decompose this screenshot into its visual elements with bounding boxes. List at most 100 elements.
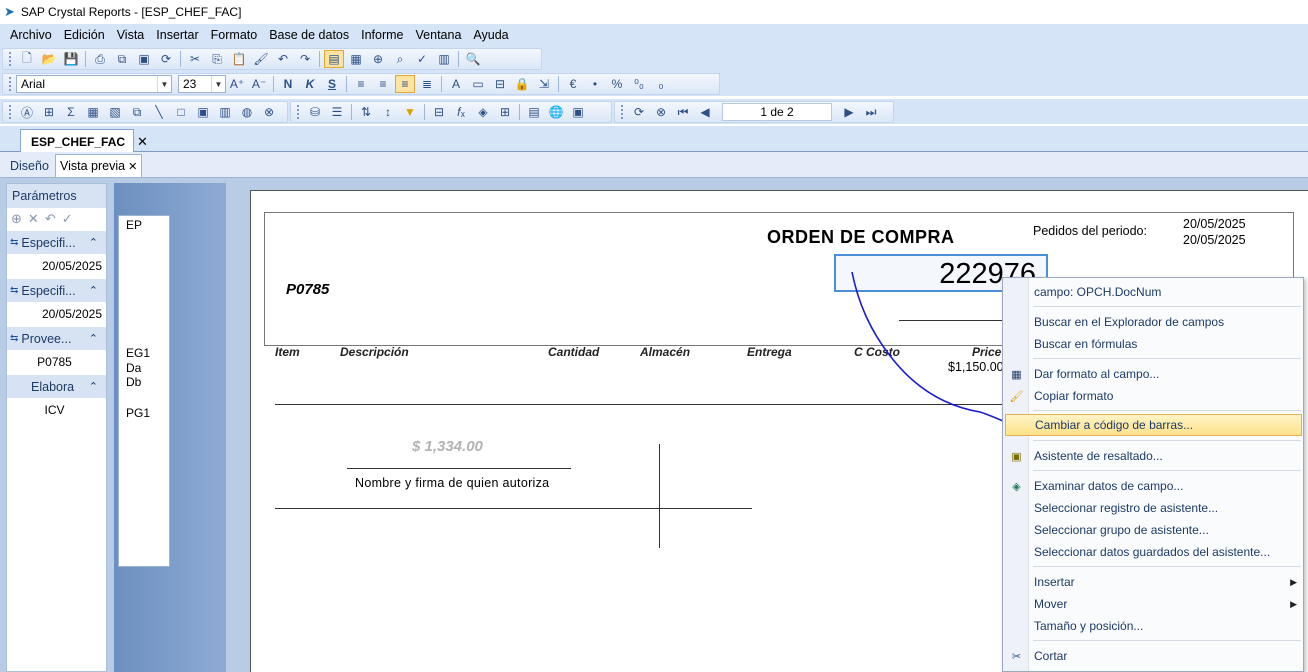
print-icon[interactable]: ⎙ — [90, 50, 110, 68]
menu-base-de-datos[interactable]: Base de datos — [263, 28, 355, 42]
reset-parameter-icon[interactable]: ↶ — [45, 211, 56, 227]
collapse-icon[interactable]: ⌃ — [89, 332, 98, 345]
delete-parameter-icon[interactable]: ✕ — [28, 211, 39, 227]
section-label[interactable]: Db — [126, 375, 141, 389]
redo-icon[interactable]: ↷ — [295, 50, 315, 68]
export-icon[interactable]: ⧉ — [112, 50, 132, 68]
menu-item-field-name[interactable]: campo: OPCH.DocNum — [1003, 281, 1303, 303]
select-expert-icon[interactable]: ▼ — [400, 103, 420, 121]
toolbox-icon[interactable]: ▤ — [324, 50, 344, 68]
first-page-icon[interactable]: ⏮ — [673, 103, 693, 121]
prev-page-icon[interactable]: ◀ — [695, 103, 715, 121]
page-indicator[interactable]: 1 de 2 — [722, 103, 832, 121]
highlight-icon[interactable]: ▣ — [568, 103, 588, 121]
save-icon[interactable]: 💾 — [61, 50, 81, 68]
param-value[interactable]: P0785 — [7, 350, 106, 374]
find-icon[interactable]: 🔍 — [463, 50, 483, 68]
report-options-icon[interactable]: ⊞ — [495, 103, 515, 121]
section-label[interactable]: EG1 — [126, 346, 150, 360]
tab-vista-previa[interactable]: Vista previa ✕ — [55, 154, 143, 177]
signature-label[interactable]: Nombre y firma de quien autoriza — [355, 476, 549, 490]
stop-icon[interactable]: ⊗ — [651, 103, 671, 121]
menu-item-buscar-explorador[interactable]: Buscar en el Explorador de campos — [1003, 311, 1303, 333]
dependency-checker-icon[interactable]: ✓ — [412, 50, 432, 68]
font-color-icon[interactable]: A — [446, 75, 466, 93]
subreport-icon[interactable]: ⧉ — [127, 103, 147, 121]
section-label[interactable]: Da — [126, 361, 141, 375]
repository-icon[interactable]: ▥ — [434, 50, 454, 68]
chart-icon[interactable]: ▥ — [215, 103, 235, 121]
period-to[interactable]: 20/05/2025 — [1183, 233, 1246, 247]
param-group-especifi-1[interactable]: ⇆ Especifi... ⌃ — [7, 230, 106, 254]
increase-decimals-icon[interactable]: ⁰₀ — [629, 75, 649, 93]
menu-item-copiar-formato[interactable]: 🖌 Copiar formato — [1003, 385, 1303, 407]
menu-item-codigo-barras[interactable]: Cambiar a código de barras... — [1005, 414, 1302, 436]
col-entrega[interactable]: Entrega — [747, 345, 792, 359]
menu-insertar[interactable]: Insertar — [150, 28, 204, 42]
olap-icon[interactable]: ▧ — [105, 103, 125, 121]
refresh-icon[interactable]: ⟳ — [629, 103, 649, 121]
collapse-icon[interactable]: ⌃ — [89, 236, 98, 249]
col-descripcion[interactable]: Descripción — [340, 345, 409, 359]
section-label[interactable]: EP — [126, 218, 142, 232]
section-label[interactable]: PG1 — [126, 406, 150, 420]
web-icon[interactable]: 🌐 — [546, 103, 566, 121]
justify-icon[interactable]: ≣ — [417, 75, 437, 93]
param-group-elabora[interactable]: Elabora ⌃ — [7, 374, 106, 398]
suppress-icon[interactable]: ⊟ — [490, 75, 510, 93]
border-icon[interactable]: ▭ — [468, 75, 488, 93]
close-icon[interactable]: ✕ — [128, 160, 137, 173]
param-group-proveedor[interactable]: ⇆ Provee... ⌃ — [7, 326, 106, 350]
report-title[interactable]: ORDEN DE COMPRA — [767, 227, 955, 248]
menu-ventana[interactable]: Ventana — [410, 28, 468, 42]
chevron-down-icon[interactable]: ▼ — [211, 76, 225, 92]
collapse-icon[interactable]: ⌃ — [89, 284, 98, 297]
param-group-especifi-2[interactable]: ⇆ Especifi... ⌃ — [7, 278, 106, 302]
period-label[interactable]: Pedidos del periodo: — [1033, 224, 1147, 238]
cut-icon[interactable]: ✂ — [185, 50, 205, 68]
formula-workshop-icon[interactable]: 𝑓ₓ — [451, 103, 471, 121]
col-almacen[interactable]: Almacén — [640, 345, 690, 359]
text-object-icon[interactable]: Ⓐ — [17, 103, 37, 121]
last-page-icon[interactable]: ⏭ — [861, 103, 881, 121]
currency-button[interactable]: € — [563, 75, 583, 93]
box-icon[interactable]: □ — [171, 103, 191, 121]
menu-edicion[interactable]: Edición — [58, 28, 111, 42]
menu-informe[interactable]: Informe — [355, 28, 409, 42]
paste-icon[interactable]: 📋 — [229, 50, 249, 68]
undo-icon[interactable]: ↶ — [273, 50, 293, 68]
param-value[interactable]: ICV — [7, 398, 106, 422]
crosstab-icon[interactable]: ▦ — [83, 103, 103, 121]
report-explorer-icon[interactable]: ⌕ — [390, 50, 410, 68]
font-combo[interactable]: Arial ▼ — [16, 75, 172, 93]
align-right-icon[interactable]: ≡ — [395, 75, 415, 93]
sort-order-icon[interactable]: ↕ — [378, 103, 398, 121]
menu-item-seleccionar-registro[interactable]: Seleccionar registro de asistente... — [1003, 497, 1303, 519]
apply-parameter-icon[interactable]: ✓ — [62, 211, 73, 227]
menu-ayuda[interactable]: Ayuda — [467, 28, 514, 42]
close-icon[interactable]: ✕ — [137, 134, 148, 150]
decrease-decimals-icon[interactable]: ₀ — [651, 75, 671, 93]
print-preview-icon[interactable]: ▣ — [134, 50, 154, 68]
section-expert-icon[interactable]: ⊟ — [429, 103, 449, 121]
copy-icon[interactable]: ⎘ — [207, 50, 227, 68]
total-amount[interactable]: $ 1,334.00 — [412, 438, 483, 455]
field-list-icon[interactable]: ▤ — [524, 103, 544, 121]
add-parameter-icon[interactable]: ⊕ — [11, 211, 22, 227]
chevron-down-icon[interactable]: ▼ — [157, 76, 171, 92]
lock-size-icon[interactable]: ⇲ — [534, 75, 554, 93]
menu-item-cortar[interactable]: ✂ Cortar — [1003, 645, 1303, 667]
tab-diseno[interactable]: Diseño — [6, 154, 53, 177]
tab-esp-chef-fac[interactable]: ESP_CHEF_FAC ✕ — [20, 129, 148, 153]
format-painter-icon[interactable]: 🖌 — [251, 50, 271, 68]
param-value[interactable]: 20/05/2025 — [7, 254, 106, 278]
col-cantidad[interactable]: Cantidad — [548, 345, 599, 359]
menu-item-seleccionar-datos-guardados[interactable]: Seleccionar datos guardados del asistent… — [1003, 541, 1303, 563]
align-center-icon[interactable]: ≡ — [373, 75, 393, 93]
align-left-icon[interactable]: ≡ — [351, 75, 371, 93]
field-explorer-icon[interactable]: ▦ — [346, 50, 366, 68]
template-expert-icon[interactable]: ◈ — [473, 103, 493, 121]
percent-button[interactable]: % — [607, 75, 627, 93]
menu-item-tamano-posicion[interactable]: Tamaño y posición... — [1003, 615, 1303, 637]
group-icon[interactable]: ⊞ — [39, 103, 59, 121]
